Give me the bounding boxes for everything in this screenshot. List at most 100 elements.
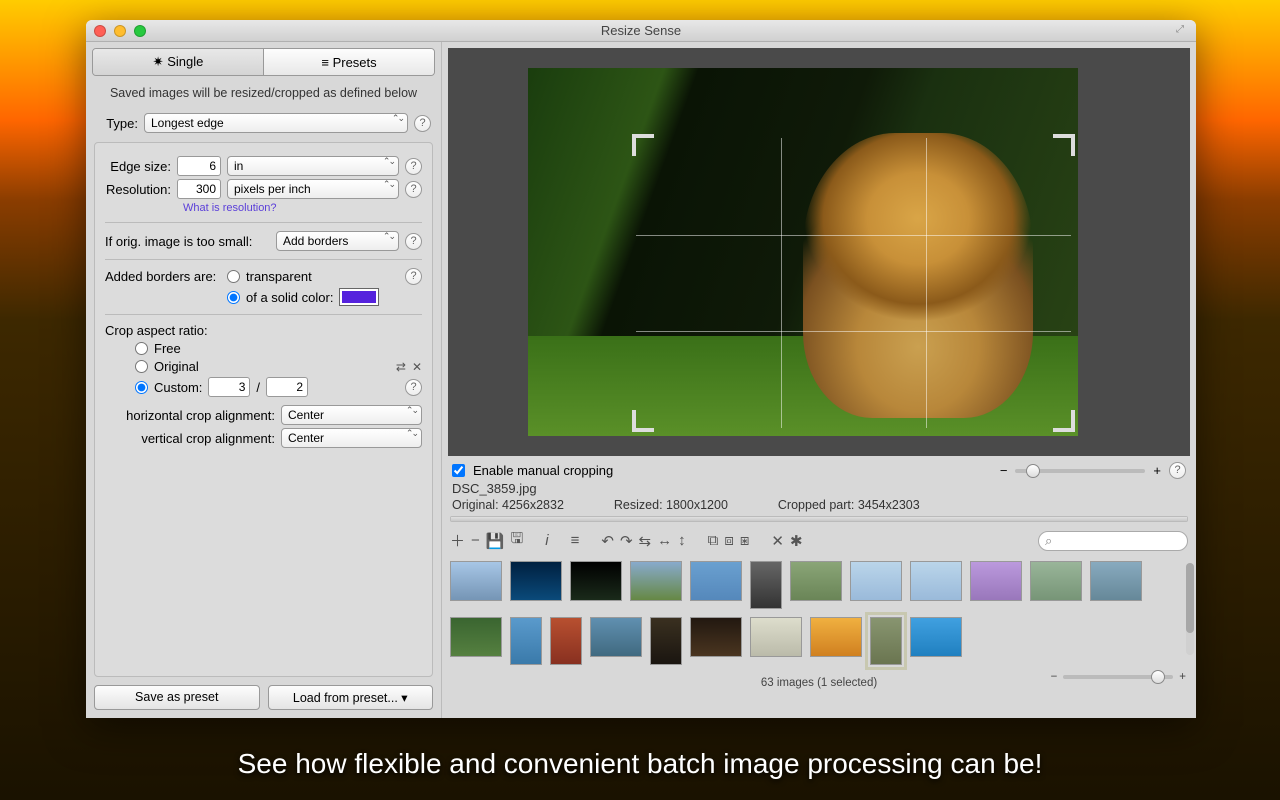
minimize-button[interactable]: [114, 25, 126, 37]
border-solid-label: of a solid color:: [246, 290, 333, 305]
help-icon[interactable]: ?: [405, 181, 422, 198]
thumbnail[interactable]: [630, 561, 682, 601]
thumbnail[interactable]: [650, 617, 682, 665]
thumbnail[interactable]: [450, 617, 502, 657]
status-text: 63 images (1 selected): [761, 677, 877, 689]
halign-select[interactable]: Center: [281, 405, 422, 425]
thumbnail[interactable]: [910, 617, 962, 657]
edge-size-input[interactable]: [177, 156, 221, 176]
thumbnail[interactable]: [690, 561, 742, 601]
crop3-icon[interactable]: ⧆: [740, 532, 750, 549]
too-small-select[interactable]: Add borders: [276, 231, 399, 251]
thumbnail[interactable]: [510, 561, 562, 601]
help-icon[interactable]: ?: [405, 379, 422, 396]
ratio-custom-radio[interactable]: [135, 381, 148, 394]
flip-h-icon[interactable]: ⇆: [639, 532, 652, 550]
crop-handle-tr[interactable]: [1053, 134, 1075, 156]
resolution-unit-select[interactable]: pixels per inch: [227, 179, 399, 199]
crop-handle-bl[interactable]: [632, 410, 654, 432]
save-preset-button[interactable]: Save as preset: [94, 685, 260, 710]
resolution-input[interactable]: [177, 179, 221, 199]
help-icon[interactable]: ?: [405, 268, 422, 285]
help-icon[interactable]: ?: [1169, 462, 1186, 479]
thumbnail[interactable]: [450, 561, 502, 601]
thumb-zoom-in-icon[interactable]: +: [1179, 671, 1186, 683]
save-icon[interactable]: 💾: [486, 532, 505, 550]
rotate-right-icon[interactable]: ↷: [620, 532, 633, 550]
crop-rect[interactable]: [636, 138, 1071, 428]
marketing-tagline: See how flexible and convenient batch im…: [0, 748, 1280, 780]
thumbnail[interactable]: [1030, 561, 1082, 601]
filename: DSC_3859.jpg: [452, 481, 1186, 496]
list-icon[interactable]: ≡: [571, 532, 580, 549]
crop-handle-tl[interactable]: [632, 134, 654, 156]
ratio-sep: /: [256, 380, 260, 395]
resolution-label: Resolution:: [105, 182, 171, 197]
ratio-h-input[interactable]: [266, 377, 308, 397]
crop-icon[interactable]: ⧉: [708, 532, 719, 549]
preview-area[interactable]: [448, 48, 1190, 456]
add-icon[interactable]: ＋: [450, 530, 465, 551]
fullscreen-icon[interactable]: ⤢: [1176, 24, 1190, 38]
thumbnail-scrollbar[interactable]: [1186, 563, 1194, 655]
thumbnail[interactable]: [750, 617, 802, 657]
edge-unit-select[interactable]: in: [227, 156, 399, 176]
thumbnail[interactable]: [810, 617, 862, 657]
thumbnail-strip[interactable]: [442, 555, 1196, 675]
type-select[interactable]: Longest edge: [144, 113, 408, 133]
ratio-free-radio[interactable]: [135, 342, 148, 355]
thumbnail[interactable]: [510, 617, 542, 665]
swap-icon[interactable]: ⇄: [396, 360, 406, 374]
thumbnail[interactable]: [910, 561, 962, 601]
search-input[interactable]: [1038, 531, 1188, 551]
thumbnail[interactable]: [1090, 561, 1142, 601]
zoom-button[interactable]: [134, 25, 146, 37]
thumbnail[interactable]: [570, 561, 622, 601]
thumbnail-selected[interactable]: [870, 617, 902, 665]
help-icon[interactable]: ?: [405, 233, 422, 250]
ratio-w-input[interactable]: [208, 377, 250, 397]
close-button[interactable]: [94, 25, 106, 37]
rotate-left-icon[interactable]: ↶: [601, 532, 614, 550]
reset-all-icon[interactable]: ✱: [790, 532, 803, 550]
remove-icon[interactable]: −: [471, 532, 480, 549]
help-icon[interactable]: ?: [405, 158, 422, 175]
thumb-zoom-out-icon[interactable]: −: [1051, 671, 1058, 683]
border-solid-radio[interactable]: [227, 291, 240, 304]
reset-icon[interactable]: ✕: [771, 532, 784, 550]
flip-vert-icon[interactable]: ↕: [678, 532, 686, 549]
ratio-original-radio[interactable]: [135, 360, 148, 373]
border-transparent-radio[interactable]: [227, 270, 240, 283]
thumbnail[interactable]: [970, 561, 1022, 601]
crop-handle-br[interactable]: [1053, 410, 1075, 432]
crop2-icon[interactable]: ⧈: [724, 532, 734, 549]
zoom-out-icon[interactable]: −: [1000, 463, 1008, 478]
clear-icon[interactable]: ✕: [412, 360, 422, 374]
thumbnail[interactable]: [850, 561, 902, 601]
border-transparent-label: transparent: [246, 269, 312, 284]
too-small-label: If orig. image is too small:: [105, 234, 270, 249]
zoom-slider[interactable]: [1015, 469, 1145, 473]
help-icon[interactable]: ?: [414, 115, 431, 132]
enable-crop-checkbox[interactable]: [452, 464, 465, 477]
thumb-zoom-slider[interactable]: [1063, 675, 1173, 679]
thumbnail[interactable]: [690, 617, 742, 657]
save-all-icon[interactable]: 🖫: [510, 528, 523, 553]
zoom-in-icon[interactable]: +: [1153, 463, 1161, 478]
tab-presets[interactable]: ≡ Presets: [263, 49, 434, 75]
what-is-resolution-link[interactable]: What is resolution?: [183, 202, 277, 214]
type-label: Type:: [96, 116, 138, 131]
halign-label: horizontal crop alignment:: [105, 408, 275, 423]
valign-select[interactable]: Center: [281, 428, 422, 448]
thumbnail[interactable]: [750, 561, 782, 609]
search-field[interactable]: [1038, 531, 1188, 551]
thumbnail[interactable]: [790, 561, 842, 601]
tab-single[interactable]: ✷ Single: [93, 49, 263, 75]
info-icon[interactable]: i: [545, 532, 548, 549]
border-color-swatch[interactable]: [339, 288, 379, 306]
thumbnail[interactable]: [550, 617, 582, 665]
borders-label: Added borders are:: [105, 269, 221, 284]
load-preset-button[interactable]: Load from preset... ▾: [268, 685, 434, 710]
thumbnail[interactable]: [590, 617, 642, 657]
flip-v-icon[interactable]: ↔: [657, 532, 672, 549]
